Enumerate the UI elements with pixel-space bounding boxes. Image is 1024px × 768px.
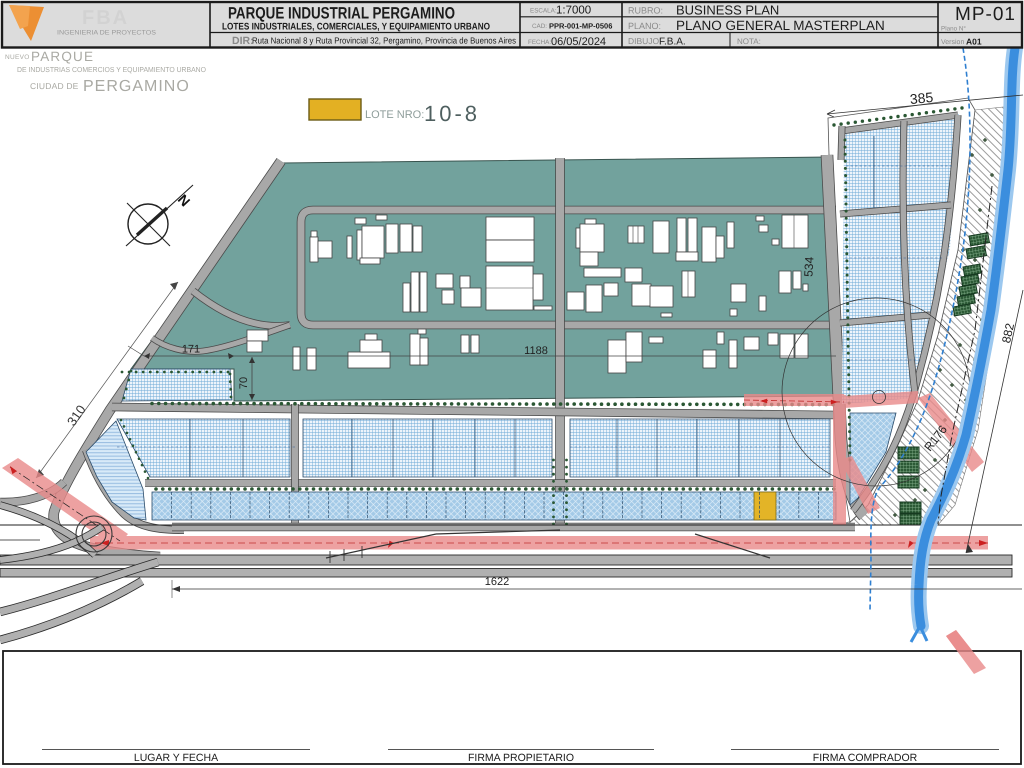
svg-text:06/05/2024: 06/05/2024 [551,36,606,48]
svg-text:PLANO:: PLANO: [628,21,661,31]
svg-text:LOTES INDUSTRIALES, COMERCIALE: LOTES INDUSTRIALES, COMERCIALES, Y EQUIP… [222,22,490,33]
svg-text:Ruta Nacional 8 y Ruta Provinc: Ruta Nacional 8 y Ruta Provincial 32, Pe… [252,36,517,46]
svg-text:ESCALA:: ESCALA: [530,8,557,15]
svg-text:LOTE NRO:: LOTE NRO: [365,109,424,121]
svg-text:70: 70 [238,377,250,389]
svg-text:BUSINESS PLAN: BUSINESS PLAN [676,3,779,18]
svg-text:385: 385 [909,89,934,107]
svg-text:Version: Version [941,38,964,46]
svg-text:1:7000: 1:7000 [556,5,591,17]
svg-text:CIUDAD DE: CIUDAD DE [30,81,79,91]
svg-text:FIRMA PROPIETARIO: FIRMA PROPIETARIO [468,752,574,764]
svg-text:1188: 1188 [524,345,548,357]
svg-text:PLANO GENERAL MASTERPLAN: PLANO GENERAL MASTERPLAN [676,18,885,33]
svg-text:NUEVO: NUEVO [5,54,30,61]
svg-text:10-8: 10-8 [424,101,480,126]
svg-text:DIR:: DIR: [232,35,254,47]
svg-text:CAD:: CAD: [532,23,547,30]
svg-text:F.B.A.: F.B.A. [659,37,686,48]
svg-text:1622: 1622 [485,576,509,588]
svg-text:INGENIERIA DE PROYECTOS: INGENIERIA DE PROYECTOS [57,30,157,37]
svg-text:FECHA:: FECHA: [528,39,551,46]
svg-text:DIBUJO:: DIBUJO: [628,36,662,46]
svg-text:PPR-001-MP-0506: PPR-001-MP-0506 [549,22,612,31]
svg-text:A01: A01 [966,37,982,47]
svg-text:DE INDUSTRIAS COMERCIOS Y EQUI: DE INDUSTRIAS COMERCIOS Y EQUIPAMIENTO U… [17,65,206,74]
svg-text:LUGAR Y FECHA: LUGAR Y FECHA [134,752,218,764]
svg-text:171: 171 [182,344,200,356]
svg-text:534: 534 [801,256,816,277]
svg-text:RUBRO:: RUBRO: [628,6,663,16]
svg-text:NOTA:: NOTA: [737,37,761,46]
svg-text:PERGAMINO: PERGAMINO [83,78,190,95]
svg-text:FBA: FBA [82,7,129,29]
svg-text:Plano N°: Plano N° [941,26,966,33]
svg-text:FIRMA COMPRADOR: FIRMA COMPRADOR [813,752,918,764]
svg-text:MP-01: MP-01 [955,4,1016,25]
svg-text:PARQUE INDUSTRIAL PERGAMINO: PARQUE INDUSTRIAL PERGAMINO [228,5,455,23]
svg-text:PARQUE: PARQUE [31,49,94,64]
